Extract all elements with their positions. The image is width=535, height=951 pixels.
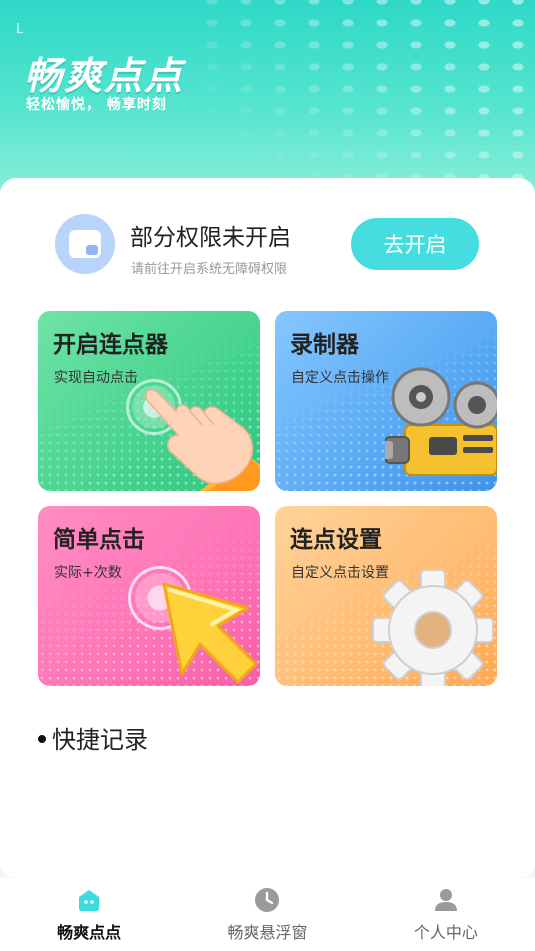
gear-icon	[372, 569, 494, 686]
person-icon	[434, 889, 457, 911]
recorder-card[interactable]: 录制器 自定义点击操作	[275, 311, 497, 491]
card-description: 实现自动点击	[54, 370, 138, 386]
quick-record-label: 快捷记录	[52, 726, 148, 754]
nav-label: 个人中心	[413, 923, 478, 942]
nav-label: 畅爽点点	[57, 923, 122, 942]
enable-permission-button[interactable]: 去开启	[351, 218, 479, 270]
card-title: 开启连点器	[53, 332, 168, 358]
home-robot-icon	[79, 890, 100, 911]
click-settings-card[interactable]: 连点设置 自定义点击设置	[275, 506, 497, 686]
card-title: 连点设置	[290, 527, 382, 553]
film-camera-icon	[385, 367, 497, 476]
permission-description: 请前往开启系统无障碍权限	[131, 262, 288, 277]
simple-click-card[interactable]: 简单点击 实际+次数	[38, 506, 260, 686]
app-screen: L 畅爽点点 轻松愉悦， 畅享时刻 部分权限未开启 请前往开启系统无障碍权限 去…	[0, 0, 535, 951]
bullet-icon	[38, 735, 46, 743]
app-title: 畅爽点点	[24, 54, 185, 98]
start-clicker-card[interactable]: 开启连点器 实现自动点击	[38, 311, 260, 491]
status-bar-mark: L	[16, 22, 24, 37]
permission-title: 部分权限未开启	[130, 225, 291, 251]
cursor-arrow-icon	[162, 582, 258, 684]
bottom-nav: 畅爽点点 畅爽悬浮窗 个人中心	[0, 878, 535, 951]
nav-label: 畅爽悬浮窗	[227, 923, 308, 942]
quick-record-heading: 快捷记录	[38, 720, 148, 755]
clock-icon	[255, 888, 280, 912]
app-subtitle: 轻松愉悦， 畅享时刻	[26, 97, 167, 113]
tap-hand-icon	[145, 389, 260, 491]
card-title: 录制器	[290, 332, 359, 358]
permission-banner: 部分权限未开启 请前往开启系统无障碍权限 去开启	[0, 178, 535, 298]
window-app-icon	[55, 214, 115, 274]
nav-item-home[interactable]: 畅爽点点	[0, 878, 178, 951]
card-description: 实际+次数	[54, 565, 122, 581]
card-description: 自定义点击操作	[291, 370, 389, 386]
main-content: 部分权限未开启 请前往开启系统无障碍权限 去开启 开启连点器 实现自动点击 录制…	[0, 178, 535, 878]
nav-item-profile[interactable]: 个人中心	[357, 878, 535, 951]
nav-item-floating-window[interactable]: 畅爽悬浮窗	[178, 878, 356, 951]
card-title: 简单点击	[53, 527, 145, 553]
